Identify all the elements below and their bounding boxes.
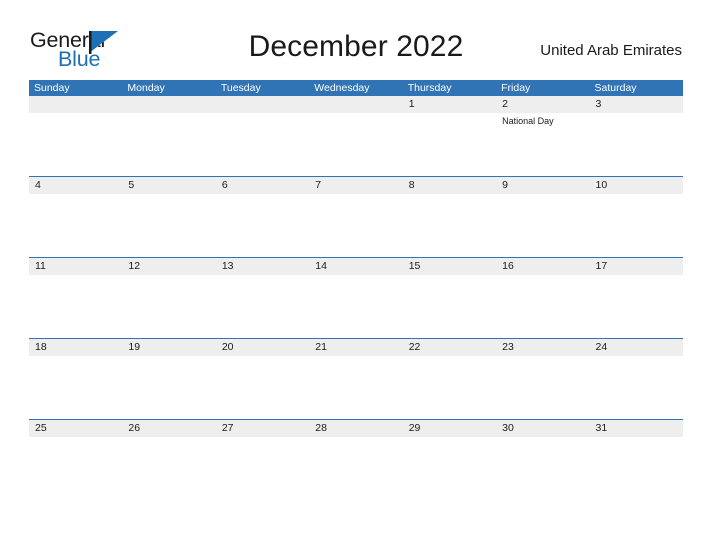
day-cell[interactable]: 22 [403, 339, 496, 420]
day-number: 16 [502, 260, 514, 272]
day-cell[interactable]: 21 [309, 339, 402, 420]
country-label: United Arab Emirates [540, 42, 682, 59]
day-header-sunday: Sunday [34, 82, 70, 94]
day-cell[interactable]: 12 [122, 258, 215, 339]
day-cell[interactable]: 11 [29, 258, 122, 339]
day-number: 12 [128, 260, 141, 272]
day-event: National Day [502, 116, 554, 126]
day-header-wednesday: Wednesday [314, 82, 370, 94]
day-cell[interactable]: 25 [29, 420, 122, 501]
day-number: 23 [502, 341, 514, 353]
day-cell[interactable]: 8 [403, 177, 496, 258]
day-header-saturday: Saturday [594, 82, 637, 94]
day-cell[interactable] [122, 96, 215, 177]
day-cell[interactable]: 4 [29, 177, 122, 258]
week-row: 18 19 20 21 22 23 24 [29, 338, 683, 420]
day-number: 2 [502, 98, 508, 110]
day-cell[interactable]: 1 [403, 96, 496, 177]
day-cell[interactable] [309, 96, 402, 177]
day-number: 5 [128, 179, 135, 191]
day-number: 18 [35, 341, 47, 353]
day-number: 19 [128, 341, 141, 353]
week-row: 25 26 27 28 29 30 31 [29, 419, 683, 501]
day-number: 9 [502, 179, 508, 191]
day-cell[interactable]: 19 [122, 339, 215, 420]
day-cell[interactable]: 30 [496, 420, 589, 501]
day-cell[interactable] [29, 96, 122, 177]
week-row: 11 12 13 14 15 16 17 [29, 257, 683, 339]
day-number: 17 [595, 260, 608, 272]
day-cell[interactable]: 26 [122, 420, 215, 501]
day-cell[interactable]: 17 [590, 258, 683, 339]
day-number: 20 [221, 341, 234, 353]
day-number: 31 [595, 422, 608, 434]
day-number: 21 [315, 341, 327, 353]
day-cell[interactable]: 29 [403, 420, 496, 501]
day-number: 26 [128, 422, 141, 434]
day-number: 14 [315, 260, 327, 272]
calendar-grid: Sunday Monday Tuesday Wednesday Thursday… [29, 80, 683, 501]
day-cell[interactable]: 23 [496, 339, 589, 420]
day-header-friday: Friday [501, 82, 531, 94]
day-header-thursday: Thursday [407, 82, 452, 94]
day-cell[interactable]: 2 National Day [496, 96, 589, 177]
day-cell[interactable]: 15 [403, 258, 496, 339]
day-number: 30 [502, 422, 514, 434]
day-number: 13 [221, 260, 234, 272]
day-cell[interactable]: 27 [216, 420, 309, 501]
day-number: 27 [221, 422, 234, 434]
day-cell[interactable]: 6 [216, 177, 309, 258]
day-number: 25 [35, 422, 47, 434]
day-cell[interactable] [216, 96, 309, 177]
day-number: 10 [595, 179, 608, 191]
day-cell[interactable]: 14 [309, 258, 402, 339]
day-header-tuesday: Tuesday [220, 82, 261, 94]
day-cell[interactable]: 28 [309, 420, 402, 501]
day-cell[interactable]: 10 [590, 177, 683, 258]
day-of-week-header-row: Sunday Monday Tuesday Wednesday Thursday… [29, 80, 683, 96]
day-header-monday: Monday [127, 82, 165, 94]
day-cell[interactable]: 16 [496, 258, 589, 339]
day-cell[interactable]: 7 [309, 177, 402, 258]
day-number: 6 [221, 179, 228, 191]
page-header: General Blue December 2022 United Arab E… [0, 0, 712, 80]
day-number: 15 [408, 260, 421, 272]
day-cell[interactable]: 31 [590, 420, 683, 501]
day-number: 11 [35, 260, 46, 272]
day-number: 7 [315, 179, 322, 191]
day-number: 24 [595, 341, 608, 353]
day-cell[interactable]: 24 [590, 339, 683, 420]
day-cell[interactable]: 13 [216, 258, 309, 339]
calendar-page: General Blue December 2022 United Arab E… [0, 0, 712, 550]
week-row: 1 2 National Day 3 [29, 96, 683, 177]
day-cell[interactable]: 9 [496, 177, 589, 258]
day-cell[interactable]: 3 [590, 96, 683, 177]
day-number: 22 [408, 341, 421, 353]
day-number: 1 [408, 98, 415, 110]
day-cell[interactable]: 18 [29, 339, 122, 420]
week-row: 4 5 6 7 8 9 10 [29, 176, 683, 258]
day-number: 29 [408, 422, 421, 434]
day-number: 4 [35, 179, 41, 191]
day-cell[interactable]: 5 [122, 177, 215, 258]
day-number: 8 [408, 179, 415, 191]
day-number: 28 [315, 422, 327, 434]
day-number: 3 [595, 98, 602, 110]
day-cell[interactable]: 20 [216, 339, 309, 420]
